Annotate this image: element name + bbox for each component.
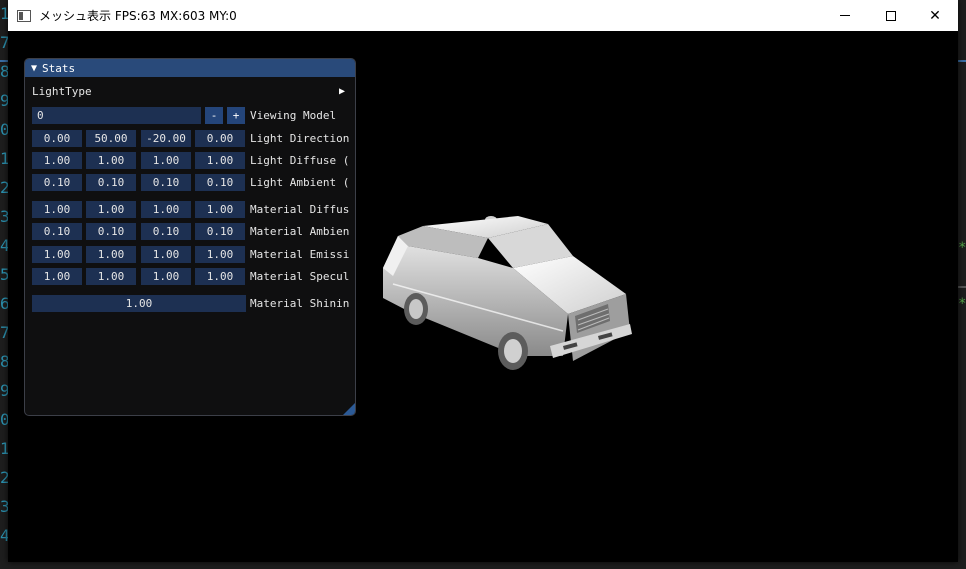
vector-row-label: Material Ambien (250, 225, 350, 238)
vector-component-input[interactable]: 0.10 (86, 174, 136, 191)
vector-component-input[interactable]: 0.10 (195, 223, 245, 240)
render-viewport[interactable]: ▼ Stats LightType ▶ 0 - + Viewing Model … (8, 31, 958, 562)
vector-row-label: Light Ambient ( (250, 176, 350, 189)
vector-component-input[interactable]: 1.00 (32, 201, 82, 218)
vector-component-input[interactable]: 1.00 (141, 152, 191, 169)
stats-panel-title: Stats (42, 61, 76, 75)
editor-divider (0, 60, 8, 62)
line-number: 2 (0, 180, 8, 196)
line-number: 6 (0, 296, 8, 312)
line-number: 3 (0, 499, 8, 515)
vector-component-input[interactable]: 1.00 (86, 268, 136, 285)
vector-component-input[interactable]: 1.00 (141, 246, 191, 263)
title-bar[interactable]: メッシュ表示 FPS:63 MX:603 MY:0 ✕ (8, 0, 958, 31)
line-number: 4 (0, 528, 8, 544)
line-number: 2 (0, 470, 8, 486)
vector-component-input[interactable]: 0.10 (141, 223, 191, 240)
line-number: 4 (0, 238, 8, 254)
vector-component-input[interactable]: 1.00 (32, 152, 82, 169)
stats-panel-header[interactable]: ▼ Stats (25, 59, 355, 77)
stats-panel: ▼ Stats LightType ▶ 0 - + Viewing Model … (24, 58, 356, 416)
collapse-arrow-icon[interactable]: ▼ (31, 63, 37, 74)
app-window: メッシュ表示 FPS:63 MX:603 MY:0 ✕ ▼ Stats Ligh… (8, 0, 958, 562)
vector-row-label: Material Diffus (250, 203, 350, 216)
vector-row-label: Material Specul (250, 270, 350, 283)
close-icon: ✕ (929, 7, 941, 24)
vector-row-label: Material Emissi (250, 248, 350, 261)
light-type-tree-node[interactable]: LightType (32, 85, 92, 103)
increment-button[interactable]: + (227, 107, 245, 124)
vector-component-input[interactable]: 0.10 (32, 223, 82, 240)
vector-component-input[interactable]: 1.00 (195, 201, 245, 218)
vector-component-input[interactable]: 1.00 (86, 201, 136, 218)
vector-component-input[interactable]: 0.00 (32, 130, 82, 147)
decrement-button[interactable]: - (205, 107, 223, 124)
vector-component-input[interactable]: 1.00 (86, 152, 136, 169)
line-number: 1 (0, 441, 8, 457)
material-shininess-label: Material Shinin (250, 297, 350, 310)
line-number: 9 (0, 93, 8, 109)
expand-arrow-icon[interactable]: ▶ (339, 86, 345, 97)
line-number: 8 (0, 64, 8, 80)
editor-divider (958, 286, 966, 288)
app-window-icon (17, 9, 31, 22)
resize-grip[interactable] (343, 403, 355, 415)
vector-component-input[interactable]: 1.00 (195, 152, 245, 169)
car-3d-model (383, 216, 632, 370)
line-number: 7 (0, 325, 8, 341)
vector-component-input[interactable]: 1.00 (141, 201, 191, 218)
line-number: 9 (0, 383, 8, 399)
line-number: 0 (0, 412, 8, 428)
line-number: 1 (0, 151, 8, 167)
maximize-button[interactable] (868, 0, 914, 31)
line-number: 3 (0, 209, 8, 225)
vector-component-input[interactable]: 50.00 (86, 130, 136, 147)
vector-component-input[interactable]: 1.00 (32, 246, 82, 263)
editor-marker: * (958, 296, 966, 312)
vector-component-input[interactable]: 0.10 (141, 174, 191, 191)
viewing-model-label: Viewing Model (250, 109, 337, 122)
vector-component-input[interactable]: -20.00 (141, 130, 191, 147)
close-button[interactable]: ✕ (912, 0, 958, 31)
vector-component-input[interactable]: 0.10 (86, 223, 136, 240)
vector-component-input[interactable]: 0.10 (32, 174, 82, 191)
material-shininess-input[interactable]: 1.00 (32, 295, 246, 312)
vector-component-input[interactable]: 0.00 (195, 130, 245, 147)
maximize-icon (886, 10, 896, 21)
line-number: 0 (0, 122, 8, 138)
viewing-model-input[interactable]: 0 (32, 107, 201, 124)
editor-divider (958, 60, 966, 62)
editor-marker: * (958, 240, 966, 256)
vector-row-label: Light Diffuse ( (250, 154, 350, 167)
vector-row-label: Light Direction (250, 132, 350, 145)
window-title: メッシュ表示 FPS:63 MX:603 MY:0 (39, 9, 237, 23)
line-number: 10 (0, 6, 8, 22)
vector-component-input[interactable]: 1.00 (86, 246, 136, 263)
minimize-button[interactable] (822, 0, 868, 31)
line-number: 7 (0, 35, 8, 51)
minimize-icon (840, 15, 850, 16)
line-number: 8 (0, 354, 8, 370)
vector-component-input[interactable]: 0.10 (195, 174, 245, 191)
vector-component-input[interactable]: 1.00 (32, 268, 82, 285)
vector-component-input[interactable]: 1.00 (141, 268, 191, 285)
vector-component-input[interactable]: 1.00 (195, 246, 245, 263)
line-number: 5 (0, 267, 8, 283)
vector-component-input[interactable]: 1.00 (195, 268, 245, 285)
